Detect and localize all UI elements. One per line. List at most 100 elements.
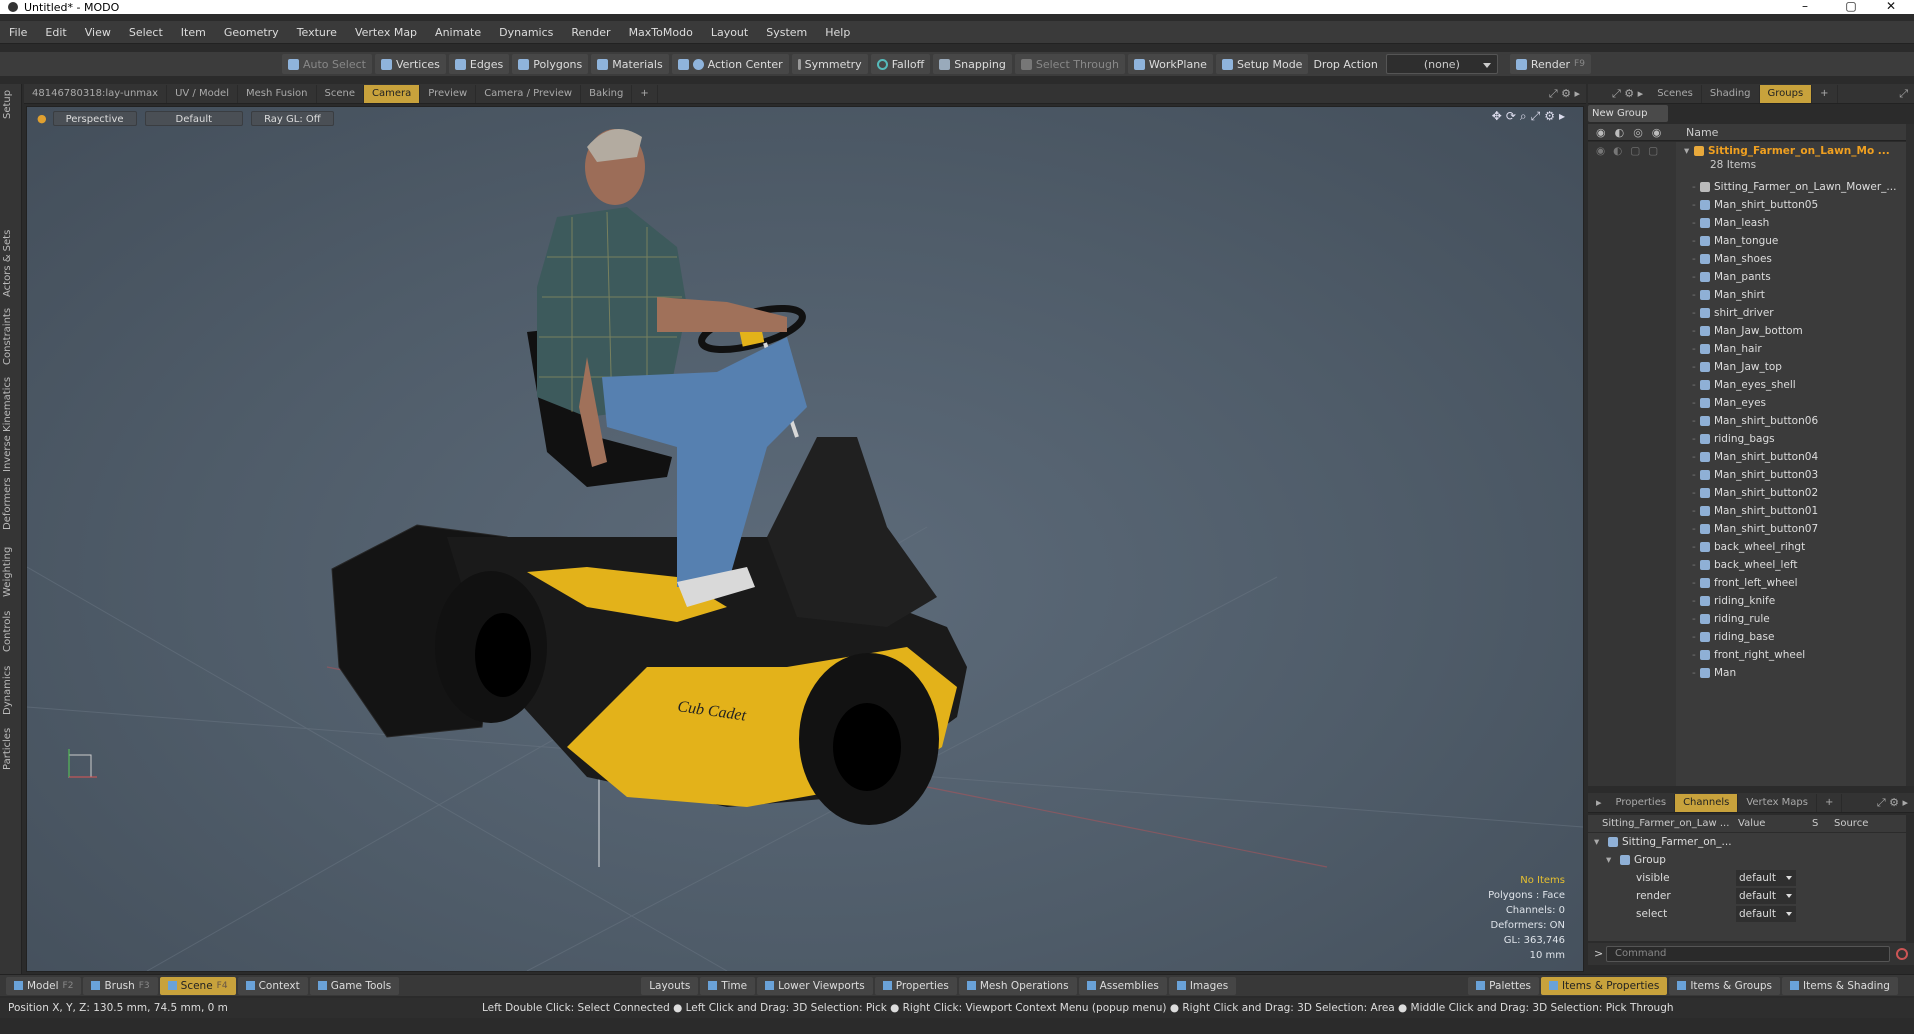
minimize-button[interactable]: –: [1782, 0, 1828, 14]
channel-row-select[interactable]: select default: [1588, 905, 1906, 923]
menu-view[interactable]: View: [76, 26, 120, 39]
mesh-operations-button[interactable]: Mesh Operations: [958, 976, 1077, 995]
add-tab-button[interactable]: +: [632, 84, 658, 103]
tree-item-row[interactable]: - Man_shirt_button01: [1588, 502, 1906, 520]
tab-baking[interactable]: Baking: [581, 84, 633, 103]
tab-uv-model[interactable]: UV / Model: [167, 84, 238, 103]
menu-render[interactable]: Render: [562, 26, 619, 39]
layouts-button[interactable]: Layouts: [641, 976, 699, 995]
time-button[interactable]: Time: [700, 976, 756, 995]
auto-select-button[interactable]: Auto Select: [282, 54, 372, 74]
layout-scene-button[interactable]: Scene F4: [159, 976, 236, 995]
tree-item-row[interactable]: - Man_eyes: [1588, 394, 1906, 412]
tree-item-row[interactable]: - Man_shirt: [1588, 286, 1906, 304]
menu-edit[interactable]: Edit: [36, 26, 75, 39]
vtab-dynamics[interactable]: Dynamics: [2, 664, 18, 716]
layout-context-button[interactable]: Context: [237, 976, 308, 995]
channel-row-visible[interactable]: visible default: [1588, 869, 1906, 887]
tab-layout-unmax[interactable]: 48146780318:lay-unmax: [24, 84, 168, 103]
tab-properties[interactable]: Properties: [1608, 793, 1676, 812]
menu-system[interactable]: System: [757, 26, 816, 39]
vtab-actors-sets[interactable]: Actors & Sets: [2, 224, 18, 302]
tab-shading[interactable]: Shading: [1702, 84, 1760, 103]
visible-value-select[interactable]: default: [1736, 870, 1796, 886]
column-toggle-icons[interactable]: ◉◐◎◉: [1596, 126, 1670, 139]
menu-item[interactable]: Item: [172, 26, 215, 39]
tab-preview[interactable]: Preview: [420, 84, 477, 103]
tree-item-row[interactable]: - Man_Jaw_top: [1588, 358, 1906, 376]
items-groups-button[interactable]: Items & Groups: [1669, 976, 1781, 995]
command-record-icon[interactable]: [1896, 948, 1908, 960]
tab-mesh-fusion[interactable]: Mesh Fusion: [238, 84, 317, 103]
tree-item-row[interactable]: - Man_hair: [1588, 340, 1906, 358]
channel-group-row[interactable]: ▾ Group: [1588, 851, 1906, 869]
vtab-setup[interactable]: Setup: [2, 88, 18, 120]
menu-help[interactable]: Help: [816, 26, 859, 39]
setup-mode-button[interactable]: Setup Mode: [1215, 54, 1309, 74]
vtab-controls[interactable]: Controls: [2, 608, 18, 654]
vtab-deformers[interactable]: Deformers: [2, 477, 18, 530]
tree-item-row[interactable]: - shirt_driver: [1588, 304, 1906, 322]
tree-item-row[interactable]: - Man_shoes: [1588, 250, 1906, 268]
select-value-select[interactable]: default: [1736, 906, 1796, 922]
tree-item-row[interactable]: - Man_shirt_button02: [1588, 484, 1906, 502]
vtab-weighting[interactable]: Weighting: [2, 544, 18, 600]
menu-layout[interactable]: Layout: [702, 26, 757, 39]
menu-geometry[interactable]: Geometry: [215, 26, 288, 39]
tree-item-row[interactable]: - Man_leash: [1588, 214, 1906, 232]
new-group-button[interactable]: New Group: [1588, 105, 1668, 122]
snapping-button[interactable]: Snapping: [933, 54, 1012, 74]
symmetry-button[interactable]: Symmetry: [791, 54, 868, 74]
groups-tree[interactable]: ◉◐▢▢ ▾ Sitting_Farmer_on_Lawn_Mo ... 28 …: [1588, 142, 1906, 786]
tree-item-row[interactable]: - back_wheel_rihgt: [1588, 538, 1906, 556]
channels-value-header[interactable]: Value: [1738, 818, 1765, 829]
command-input[interactable]: Command: [1606, 946, 1890, 962]
lower-viewports-button[interactable]: Lower Viewports: [757, 976, 873, 995]
items-properties-button[interactable]: Items & Properties: [1541, 976, 1668, 995]
add-channel-tab-button[interactable]: +: [1817, 793, 1843, 812]
channel-row-render[interactable]: render default: [1588, 887, 1906, 905]
tree-item-row[interactable]: - Man_eyes_shell: [1588, 376, 1906, 394]
menu-maxtomodo[interactable]: MaxToModo: [620, 26, 702, 39]
tab-channels[interactable]: Channels: [1675, 793, 1739, 812]
vtab-particles[interactable]: Particles: [2, 724, 18, 774]
menu-vertex-map[interactable]: Vertex Map: [346, 26, 426, 39]
tree-item-row[interactable]: - Man_shirt_button04: [1588, 448, 1906, 466]
tree-item-row[interactable]: - Man_shirt_button06: [1588, 412, 1906, 430]
panel-maximize-icon[interactable]: ⤢: [1899, 87, 1908, 101]
tree-item-row[interactable]: - front_right_wheel: [1588, 646, 1906, 664]
tree-item-row[interactable]: - riding_knife: [1588, 592, 1906, 610]
menu-dynamics[interactable]: Dynamics: [490, 26, 562, 39]
tree-item-row[interactable]: - Man_tongue: [1588, 232, 1906, 250]
tab-scene[interactable]: Scene: [317, 84, 364, 103]
panel-expand-icon[interactable]: ⤢ ⚙ ▸: [1588, 87, 1649, 101]
assemblies-button[interactable]: Assemblies: [1078, 976, 1167, 995]
add-panel-tab-button[interactable]: +: [1812, 84, 1838, 103]
tree-item-row[interactable]: - back_wheel_left: [1588, 556, 1906, 574]
menu-file[interactable]: File: [0, 26, 36, 39]
channel-item-row[interactable]: ▾ Sitting_Farmer_on_...: [1588, 833, 1906, 851]
vertices-button[interactable]: Vertices: [374, 54, 446, 74]
tree-item-row[interactable]: - Man_shirt_button03: [1588, 466, 1906, 484]
tree-item-row[interactable]: - front_left_wheel: [1588, 574, 1906, 592]
layout-game-tools-button[interactable]: Game Tools: [309, 976, 400, 995]
tree-item-row[interactable]: - Sitting_Farmer_on_Lawn_Mower_...: [1588, 178, 1906, 196]
vtab-inverse-kinematics[interactable]: Inverse Kinematics: [2, 374, 18, 474]
channels-panel-options-icon[interactable]: ⤢ ⚙ ▸: [1877, 796, 1908, 810]
tree-item-row[interactable]: - riding_bags: [1588, 430, 1906, 448]
close-button[interactable]: ✕: [1868, 0, 1914, 14]
channels-source-header[interactable]: Source: [1834, 818, 1868, 829]
tree-scrollbar[interactable]: [1906, 124, 1914, 786]
render-button[interactable]: Render F9: [1509, 54, 1591, 74]
name-column-header[interactable]: Name: [1686, 126, 1718, 139]
tree-item-row[interactable]: - Man: [1588, 664, 1906, 682]
polygons-button[interactable]: Polygons: [512, 54, 589, 74]
action-center-button[interactable]: Action Center: [671, 54, 789, 74]
render-value-select[interactable]: default: [1736, 888, 1796, 904]
tree-item-row[interactable]: - riding_base: [1588, 628, 1906, 646]
tab-camera[interactable]: Camera: [364, 84, 421, 103]
select-through-button[interactable]: Select Through: [1014, 54, 1125, 74]
channels-panel-menu-icon[interactable]: ▸: [1588, 796, 1608, 809]
tab-groups[interactable]: Groups: [1759, 84, 1813, 103]
tree-item-row[interactable]: - Man_shirt_button05: [1588, 196, 1906, 214]
